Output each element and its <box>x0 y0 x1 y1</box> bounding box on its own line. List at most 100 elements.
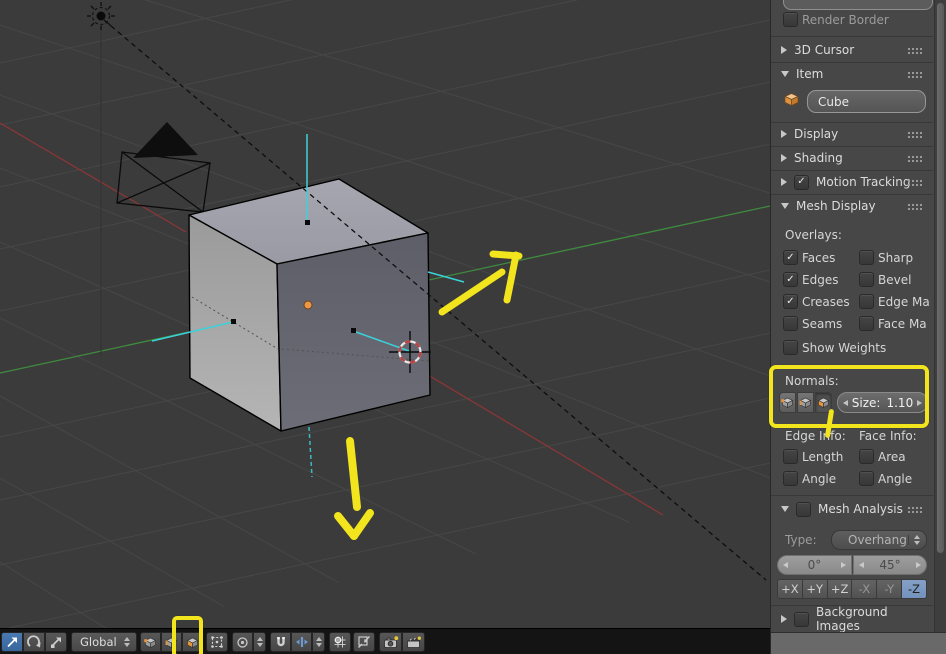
expand-arrow-icon <box>781 71 789 77</box>
seams-label: Seams <box>802 317 843 331</box>
object-name-field[interactable]: Cube <box>807 90 926 113</box>
analysis-type-dropdown[interactable]: Overhang <box>831 530 927 550</box>
creases-checkbox[interactable]: ✓ <box>783 294 798 309</box>
pivot-median-icon <box>237 636 248 648</box>
bevel-checkbox[interactable] <box>859 272 874 287</box>
blender-window: Global Render Border 3D Cursor Item Cube… <box>0 0 946 654</box>
sharp-label: Sharp <box>878 251 914 265</box>
face-area-label: Area <box>878 450 906 464</box>
angle-max-field[interactable]: 45° <box>853 555 927 575</box>
edges-label: Edges <box>802 273 839 287</box>
edge-length-label: Length <box>802 450 844 464</box>
panel-drag-handle-icon[interactable] <box>907 179 922 186</box>
angle-min-field[interactable]: 0° <box>777 555 852 575</box>
collapse-arrow-icon <box>781 46 787 54</box>
panel-drag-handle-icon[interactable] <box>907 506 922 513</box>
collapse-arrow-icon <box>781 178 787 186</box>
angle-min-value: 0° <box>807 558 822 572</box>
edge-mark-label: Edge Ma <box>878 295 930 309</box>
panel-scrollbar-thumb[interactable] <box>936 2 945 554</box>
panel-drag-handle-icon[interactable] <box>907 131 922 138</box>
annotation-box-normals <box>769 365 929 428</box>
panel-header-background-images[interactable]: Background Images <box>771 605 933 633</box>
motion-tracking-checkbox[interactable]: ✓ <box>794 174 809 190</box>
snap-magnet-button[interactable] <box>270 632 291 652</box>
edge-mark-checkbox[interactable] <box>859 294 874 309</box>
mesh-analysis-checkbox[interactable] <box>796 501 811 517</box>
axis-plus-y-button[interactable]: +Y <box>802 580 828 598</box>
manipulate-centers-button[interactable] <box>353 632 375 652</box>
panel-drag-handle-icon[interactable] <box>907 155 922 162</box>
translate-manipulator-button[interactable] <box>1 632 23 652</box>
analysis-type-value: Overhang <box>848 533 907 547</box>
vertex-select-button[interactable] <box>140 632 161 652</box>
expand-arrow-icon <box>781 203 789 209</box>
pivot-stepper[interactable] <box>253 632 266 652</box>
overlays-label: Overlays: <box>785 228 842 242</box>
faces-checkbox[interactable]: ✓ <box>783 250 798 265</box>
axis-minus-y-button[interactable]: -Y <box>877 580 903 598</box>
opengl-render-image-button[interactable] <box>379 632 402 652</box>
scale-manipulator-button[interactable] <box>45 632 67 652</box>
axis-minus-x-button[interactable]: -X <box>852 580 878 598</box>
snap-target-grid-icon <box>334 636 346 648</box>
translate-arrow-icon <box>7 637 17 648</box>
face-area-checkbox[interactable] <box>859 449 874 464</box>
face-angle-checkbox[interactable] <box>859 471 874 486</box>
creases-label: Creases <box>802 295 850 309</box>
panel-drag-handle-icon[interactable] <box>907 71 922 78</box>
collapse-arrow-icon <box>781 130 787 138</box>
step-right-icon[interactable] <box>916 562 921 568</box>
rotate-manipulator-button[interactable] <box>23 632 45 652</box>
bevel-label: Bevel <box>878 273 912 287</box>
panel-bottom-band <box>771 632 946 654</box>
edges-checkbox[interactable]: ✓ <box>783 272 798 287</box>
scale-arrow-icon <box>51 637 61 648</box>
annotation-box-face-select <box>172 616 203 654</box>
properties-region: Render Border 3D Cursor Item Cube Displa… <box>770 0 946 654</box>
panel-header-label: Mesh Analysis <box>818 502 903 516</box>
panel-drag-handle-icon[interactable] <box>907 203 922 210</box>
snap-element-button[interactable] <box>291 632 312 652</box>
render-border-checkbox[interactable] <box>783 12 798 27</box>
step-right-icon[interactable] <box>840 562 846 568</box>
magnet-icon <box>276 637 285 647</box>
face-info-label: Face Info: <box>859 429 917 443</box>
sharp-checkbox[interactable] <box>859 250 874 265</box>
mesh-data-icon <box>784 93 799 107</box>
seams-checkbox[interactable] <box>783 316 798 331</box>
rotate-arc-icon <box>27 635 41 648</box>
axis-plus-z-button[interactable]: +Z <box>827 580 853 598</box>
step-left-icon[interactable] <box>859 562 864 568</box>
axis-minus-z-button[interactable]: -Z <box>902 580 926 598</box>
panel-scrollbar[interactable] <box>934 0 946 632</box>
viewport-3d[interactable] <box>0 0 770 628</box>
step-left-icon[interactable] <box>783 562 788 568</box>
face-mark-checkbox[interactable] <box>859 316 874 331</box>
manipulate-centers-icon <box>358 636 370 648</box>
face-angle-label: Angle <box>878 472 913 486</box>
panel-header-label: Background Images <box>816 605 888 633</box>
opengl-render-animation-button[interactable] <box>402 632 425 652</box>
snap-stepper[interactable] <box>312 632 325 652</box>
clipped-widget <box>783 0 933 10</box>
axis-button-row: +X +Y +Z -X -Y -Z <box>777 579 927 599</box>
orientation-stepper-icon <box>119 637 130 647</box>
object-name-value: Cube <box>818 94 849 109</box>
transform-orientation-dropdown[interactable]: Global <box>71 632 137 652</box>
faces-label: Faces <box>802 251 836 265</box>
edge-length-checkbox[interactable] <box>783 449 798 464</box>
background-images-checkbox[interactable] <box>794 611 809 627</box>
snap-target-button[interactable] <box>329 632 351 652</box>
object-origin-dot <box>303 300 313 310</box>
expand-arrow-icon <box>781 506 789 512</box>
camera-render-icon <box>383 635 398 648</box>
panel-drag-handle-icon[interactable] <box>907 47 922 54</box>
show-weights-label: Show Weights <box>802 341 887 355</box>
snap-increment-icon <box>295 637 308 647</box>
edge-angle-checkbox[interactable] <box>783 471 798 486</box>
limit-selection-visible-button[interactable] <box>206 632 228 652</box>
axis-plus-x-button[interactable]: +X <box>778 580 803 598</box>
show-weights-checkbox[interactable] <box>783 340 798 355</box>
pivot-point-button[interactable] <box>232 632 253 652</box>
